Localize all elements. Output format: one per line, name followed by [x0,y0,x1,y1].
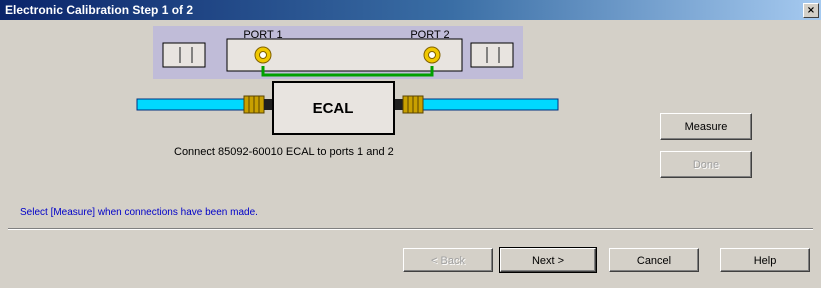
calibration-dialog: Electronic Calibration Step 1 of 2 × POR… [0,0,821,288]
done-button-label: Done [692,159,720,171]
measure-button[interactable]: Measure [660,113,752,140]
cancel-button-label: Cancel [636,255,672,267]
back-button[interactable]: < Back [403,248,493,272]
port2-center [428,51,436,59]
next-button[interactable]: Next > [499,247,597,273]
right-connector-body [394,99,403,110]
port2-label: PORT 2 [410,29,449,41]
port1-label: PORT 1 [243,29,282,41]
left-panel-box [162,42,206,68]
footer-divider [8,228,813,230]
back-button-label: < Back [431,255,465,267]
right-panel-box [470,42,514,68]
help-button-label: Help [753,255,777,267]
left-cable [136,98,246,111]
connection-instruction: Connect 85092-60010 ECAL to ports 1 and … [174,146,394,158]
status-hint: Select [Measure] when connections have b… [20,207,258,218]
next-button-label: Next > [531,255,565,267]
port1-center [259,51,267,59]
ecal-label: ECAL [313,100,354,117]
cancel-button[interactable]: Cancel [609,248,699,272]
help-button[interactable]: Help [720,248,810,272]
right-cable [422,98,559,111]
done-button[interactable]: Done [660,151,752,178]
measure-button-label: Measure [684,121,728,133]
left-connector-body [264,99,273,110]
